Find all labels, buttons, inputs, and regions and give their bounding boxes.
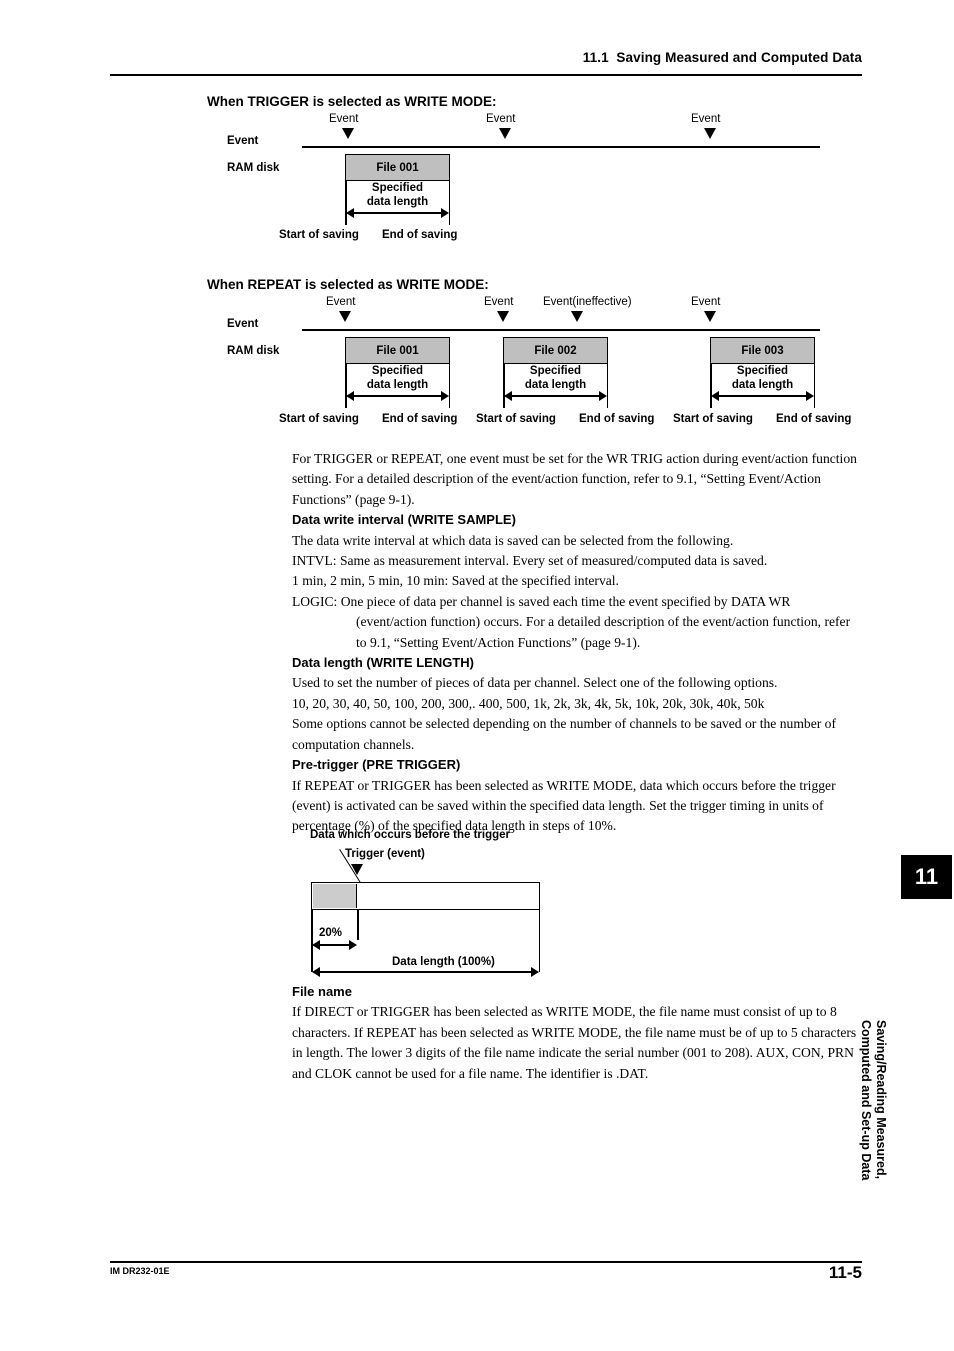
figure-repeat-event-marker-4 (704, 311, 716, 322)
figure-pretrigger-pre-percent-label: 20% (319, 927, 343, 939)
section-heading-write-sample: Data write interval (WRITE SAMPLE) (292, 512, 516, 528)
figure-repeat-event-label-3: Event(ineffective) (543, 296, 632, 308)
figure-repeat-heading: When REPEAT is selected as WRITE MODE: (207, 277, 489, 292)
page-header-title: 11.1 Saving Measured and Computed Data (582, 50, 862, 65)
figure-pretrigger-total-arrow (312, 966, 539, 977)
figure-pretrigger-trigger-label: Trigger (event) (345, 848, 425, 860)
figure-trigger-event-label-1: Event (329, 113, 359, 125)
figure-trigger-file-name-1: File 001 (376, 161, 419, 174)
figure-repeat-file-box-3: File 003 (710, 337, 815, 364)
section-heading-write-length: Data length (WRITE LENGTH) (292, 655, 474, 671)
figure-repeat-event-label-1: Event (326, 296, 356, 308)
figure-pretrigger-pre-region (312, 883, 357, 909)
figure-repeat-start-caption-2: Start of saving (476, 413, 556, 425)
intro-paragraph: For TRIGGER or REPEAT, one event must be… (292, 451, 857, 507)
figure-repeat-start-caption-3: Start of saving (673, 413, 753, 425)
section-heading-file-name: File name (292, 984, 352, 999)
footer-manual-code: IM DR232-01E (110, 1266, 170, 1276)
figure-repeat-event-label-4: Event (691, 296, 721, 308)
figure-repeat-spec-length-label-2: Specified data length (524, 365, 587, 391)
figure-repeat-file-name-1: File 001 (376, 344, 419, 357)
chapter-tab-title-line2: Computed and Set-up Data (859, 1020, 873, 1181)
file-name-section: File name If DIRECT or TRIGGER has been … (292, 982, 864, 1084)
figure-trigger-row-label-ramdisk: RAM disk (227, 162, 280, 174)
figure-repeat-file-box-2: File 002 (503, 337, 608, 364)
file-name-paragraph: If DIRECT or TRIGGER has been selected a… (292, 1004, 857, 1081)
figure-repeat-timeline (302, 329, 820, 331)
figure-trigger-heading: When TRIGGER is selected as WRITE MODE: (207, 94, 497, 109)
write-sample-line-2: INTVL: Same as measurement interval. Eve… (292, 553, 768, 569)
figure-trigger-row-label-event: Event (227, 135, 259, 147)
figure-repeat-end-caption-1: End of saving (382, 413, 458, 425)
figure-trigger-event-label-2: Event (486, 113, 516, 125)
figure-repeat-event-marker-2 (497, 311, 509, 322)
figure-trigger-event-marker-1 (342, 128, 354, 139)
pre-trigger-paragraph: If REPEAT or TRIGGER has been selected a… (292, 777, 836, 834)
figure-trigger-timeline (302, 146, 820, 148)
figure-trigger-spec-length-label-1: Specified data length (366, 182, 429, 208)
figure-pretrigger-trigger-marker (351, 864, 363, 875)
write-sample-line-1: The data write interval at which data is… (292, 532, 734, 548)
figure-trigger-length-arrow-1 (346, 207, 449, 218)
figure-repeat-file-box-1: File 001 (345, 337, 450, 364)
figure-repeat-event-marker-1 (339, 311, 351, 322)
figure-repeat-row-label-ramdisk: RAM disk (227, 345, 280, 357)
figure-repeat-event-label-2: Event (484, 296, 514, 308)
figure-pretrigger-title: Data which occurs before the trigger (310, 829, 511, 841)
write-length-line-3: Some options cannot be selected dependin… (292, 716, 836, 752)
write-length-line-1: Used to set the number of pieces of data… (292, 675, 778, 691)
figure-trigger-event-marker-2 (499, 128, 511, 139)
section-heading-pre-trigger: Pre-trigger (PRE TRIGGER) (292, 757, 461, 773)
figure-pretrigger-tick-right (538, 910, 540, 972)
footer-rule (110, 1261, 862, 1263)
figure-repeat-file-name-2: File 002 (534, 344, 577, 357)
footer-page-number: 11-5 (828, 1263, 862, 1282)
figure-repeat-spec-length-label-3: Specified data length (731, 365, 794, 391)
figure-trigger-event-marker-3 (704, 128, 716, 139)
figure-repeat-length-arrow-1 (346, 390, 449, 401)
body-text-column: For TRIGGER or REPEAT, one event must be… (292, 449, 864, 837)
chapter-tab-title-line1: Saving/Reading Measured, (874, 1020, 888, 1180)
document-page: 11.1 Saving Measured and Computed Data W… (0, 0, 954, 1351)
chapter-tab-title: Saving/Reading Measured, Computed and Se… (858, 1020, 888, 1250)
figure-trigger-event-label-3: Event (691, 113, 721, 125)
figure-repeat-spec-length-label-1: Specified data length (366, 365, 429, 391)
header-rule (110, 74, 862, 76)
figure-repeat-start-caption-1: Start of saving (279, 413, 359, 425)
figure-repeat-end-caption-2: End of saving (579, 413, 655, 425)
figure-repeat-row-label-event: Event (227, 318, 259, 330)
figure-repeat-length-arrow-2 (504, 390, 607, 401)
figure-repeat-length-arrow-3 (711, 390, 814, 401)
figure-trigger-end-caption-1: End of saving (382, 229, 458, 241)
write-sample-logic-paragraph: LOGIC: One piece of data per channel is … (292, 593, 851, 650)
figure-repeat-event-marker-3 (571, 311, 583, 322)
figure-repeat-end-caption-3: End of saving (776, 413, 852, 425)
figure-pretrigger-tick-pre (357, 910, 359, 940)
chapter-tab-box: 11 (901, 855, 952, 899)
figure-repeat-file-name-3: File 003 (741, 344, 784, 357)
write-length-options: 10, 20, 30, 40, 50, 100, 200, 300,. 400,… (292, 695, 765, 711)
figure-trigger-start-caption-1: Start of saving (279, 229, 359, 241)
chapter-tab-number: 11 (914, 864, 939, 889)
write-sample-line-3: 1 min, 2 min, 5 min, 10 min: Saved at th… (292, 573, 619, 589)
figure-pretrigger-pre-arrow (312, 939, 357, 950)
figure-trigger-file-box-1: File 001 (345, 154, 450, 181)
